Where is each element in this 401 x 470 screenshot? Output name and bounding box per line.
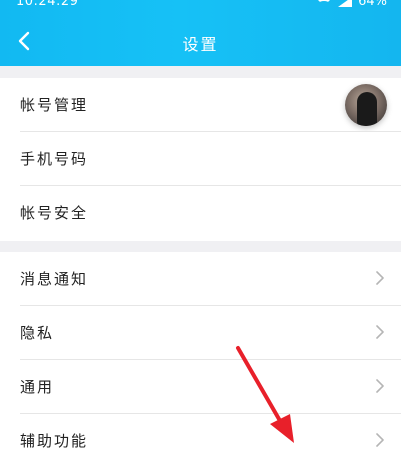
row-label: 隐私 [20, 324, 55, 342]
status-indicators: 64% [316, 0, 387, 9]
app-header: 10:24:29 64% 设置 [0, 0, 401, 66]
row-general[interactable]: 通用 [0, 360, 401, 414]
status-bar: 10:24:29 64% [0, 0, 401, 12]
general-settings-group: 消息通知 隐私 通用 辅助功能 [0, 252, 401, 470]
page-title: 设置 [182, 35, 219, 54]
status-time: 10:24:29 [16, 0, 79, 9]
row-label: 帐号管理 [20, 96, 89, 114]
account-settings-group: 帐号管理 手机号码 帐号安全 [0, 78, 401, 241]
chevron-right-icon [376, 271, 384, 285]
row-account-management[interactable]: 帐号管理 [0, 78, 401, 132]
avatar-silhouette [357, 92, 377, 126]
row-label: 通用 [20, 378, 55, 396]
row-label: 手机号码 [20, 150, 89, 168]
chevron-right-icon [376, 433, 384, 447]
row-message-notification[interactable]: 消息通知 [0, 252, 401, 306]
row-account-security[interactable]: 帐号安全 [0, 186, 401, 240]
row-accessibility[interactable]: 辅助功能 [0, 414, 401, 468]
row-label: 辅助功能 [20, 432, 89, 450]
signal-icon [338, 0, 353, 7]
chevron-right-icon [376, 379, 384, 393]
row-phone-number[interactable]: 手机号码 [0, 132, 401, 186]
row-label: 消息通知 [20, 270, 89, 288]
battery-percent: 64% [358, 0, 387, 9]
wifi-icon [316, 0, 333, 8]
row-label: 帐号安全 [20, 204, 89, 222]
avatar [345, 84, 387, 126]
chevron-right-icon [376, 325, 384, 339]
row-privacy[interactable]: 隐私 [0, 306, 401, 360]
